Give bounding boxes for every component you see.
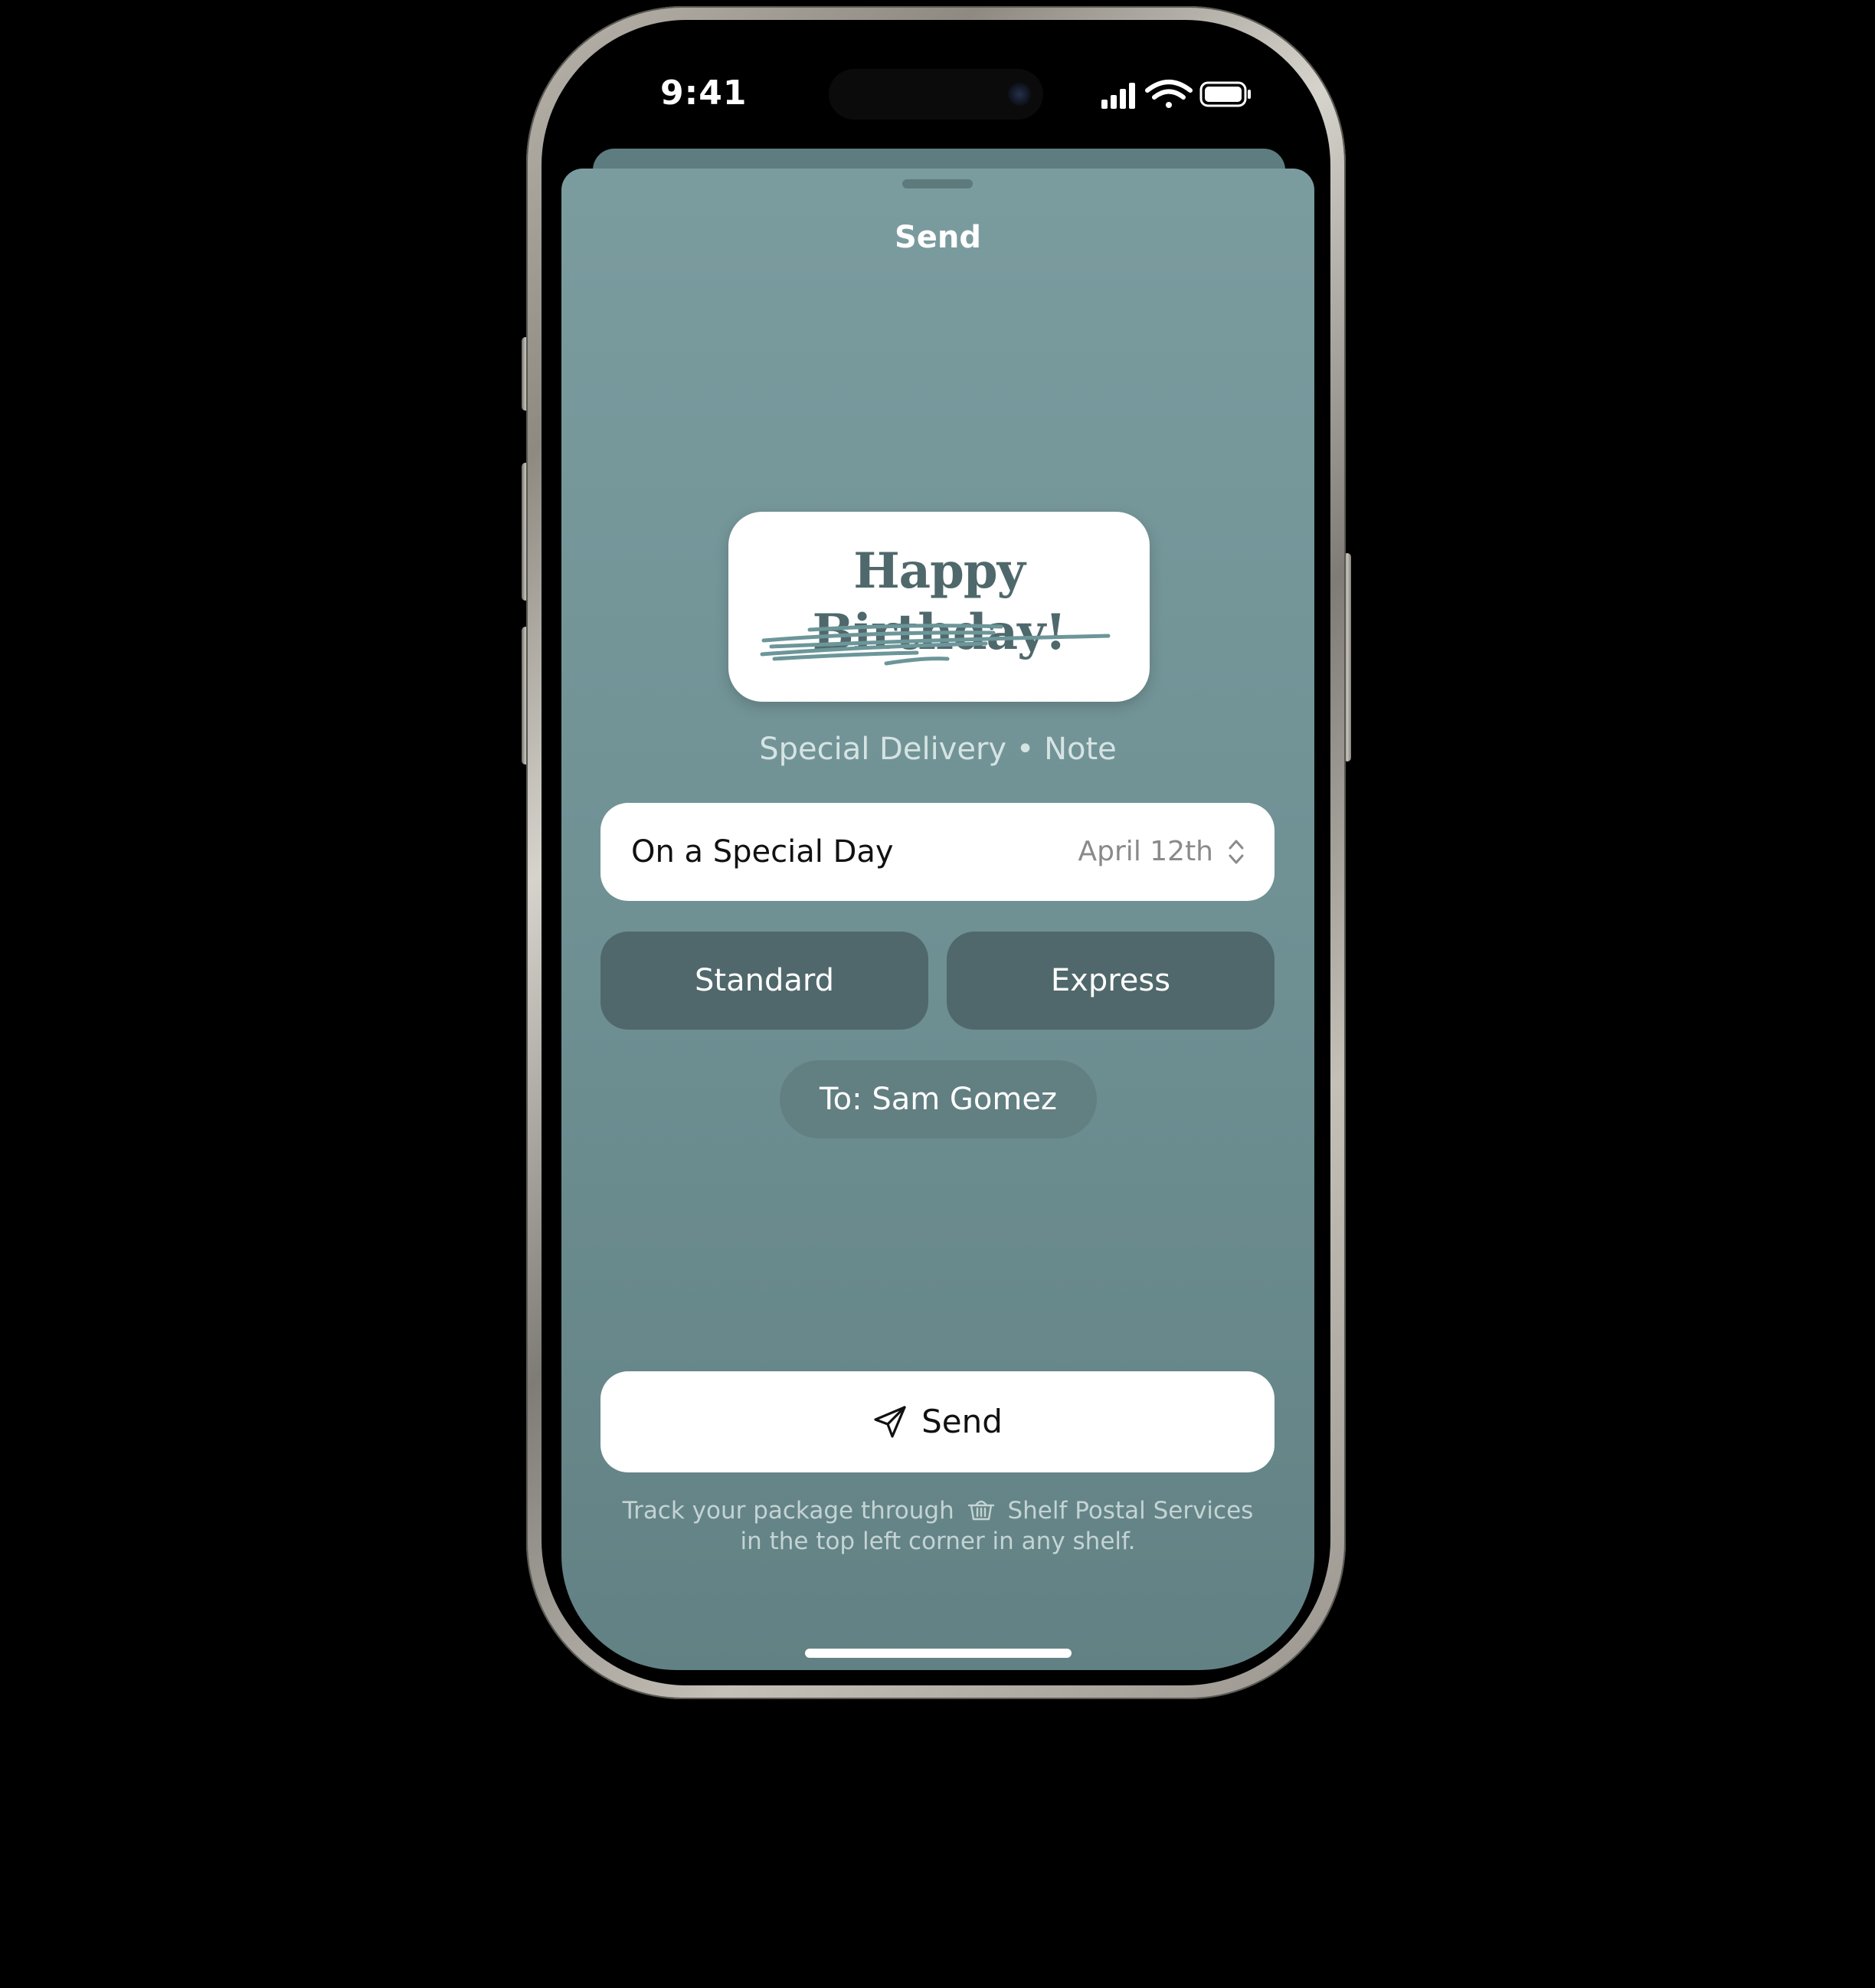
status-time: 9:41: [660, 74, 748, 113]
send-button-content: Send: [600, 1371, 1275, 1472]
sheet-title: Send: [894, 220, 982, 255]
sheet-grabber[interactable]: [902, 179, 973, 188]
footnote-text-start: Track your package through: [622, 1497, 954, 1525]
basket-icon: [967, 1500, 994, 1521]
recipient-pill[interactable]: To: Sam Gomez: [780, 1060, 1097, 1138]
status-icons: [1101, 80, 1251, 109]
note-card: Happy Birthday!: [728, 512, 1150, 702]
express-button[interactable]: Express: [947, 932, 1275, 1030]
footnote-text-end: in the top left corner in any shelf.: [740, 1528, 1136, 1555]
delivery-subtitle: Special Delivery • Note: [759, 732, 1117, 767]
send-button[interactable]: Send: [600, 1371, 1275, 1472]
tracking-footnote: Track your package through Shelf Postal …: [592, 1495, 1284, 1557]
battery-icon: [1199, 81, 1251, 107]
delivery-date-label: On a Special Day: [631, 834, 894, 870]
standard-button[interactable]: Standard: [600, 932, 928, 1030]
scribble-signature-icon: [760, 624, 1111, 666]
signal-icon: [1101, 83, 1135, 109]
chevron-up-down-icon: [1229, 840, 1244, 864]
home-indicator[interactable]: [805, 1649, 1072, 1658]
delivery-date-value: April 12th: [1078, 836, 1213, 867]
paper-plane-icon: [874, 1406, 906, 1438]
send-sheet: Send Happy Birthday! Special Delivery • …: [561, 169, 1314, 1670]
wifi-icon: [1145, 80, 1193, 108]
delivery-date-picker[interactable]: On a Special Day April 12th: [600, 803, 1275, 901]
footnote-service-name[interactable]: Shelf Postal Services: [1007, 1497, 1253, 1525]
front-camera-icon: [1008, 83, 1031, 106]
stage: 9:41 Send Happy Birthday! Special Delive…: [0, 0, 1875, 1988]
send-button-label: Send: [921, 1403, 1003, 1440]
